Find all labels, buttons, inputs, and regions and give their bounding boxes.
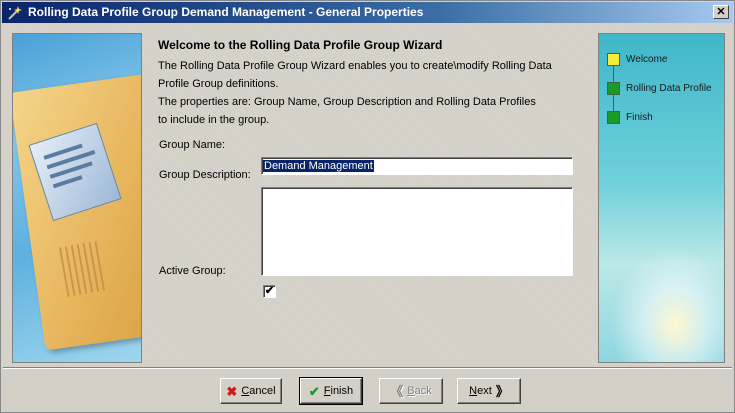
close-x-icon: ✖: [226, 383, 238, 399]
step-label: Rolling Data Profile: [626, 83, 712, 94]
group-name-value: Demand Management: [263, 160, 374, 172]
cancel-button[interactable]: ✖ Cancel: [220, 378, 282, 404]
wand-icon: [8, 6, 22, 20]
group-name-label: Group Name:: [159, 139, 226, 151]
group-description-label: Group Description:: [159, 169, 251, 181]
title-bar[interactable]: Rolling Data Profile Group Demand Manage…: [2, 2, 733, 23]
back-button[interactable]: 《 Back: [379, 378, 443, 404]
step-indicator-icon: [607, 111, 620, 124]
step-label: Welcome: [626, 54, 668, 65]
step-indicator-icon: [607, 82, 620, 95]
group-name-input[interactable]: Demand Management: [261, 157, 573, 175]
back-label: Back: [407, 385, 432, 397]
window-title: Rolling Data Profile Group Demand Manage…: [28, 5, 424, 19]
close-button[interactable]: ✕: [713, 5, 729, 19]
wizard-heading: Welcome to the Rolling Data Profile Grou…: [158, 38, 443, 52]
description-line: The properties are: Group Name, Group De…: [158, 96, 536, 108]
group-description-textarea[interactable]: [261, 187, 573, 276]
double-left-arrow-icon: 《: [390, 383, 404, 399]
checkmark-icon: ✔: [308, 383, 320, 399]
step-indicator-icon: [607, 53, 620, 66]
footer-separator: [3, 367, 732, 369]
next-button[interactable]: Next 》: [457, 378, 521, 404]
next-label: Next: [469, 385, 492, 397]
check-mark-icon: ✔: [264, 285, 275, 297]
finish-button[interactable]: ✔ Finish: [299, 377, 363, 405]
active-group-checkbox[interactable]: ✔: [263, 285, 276, 298]
wizard-window: Rolling Data Profile Group Demand Manage…: [0, 0, 735, 413]
step-label: Finish: [626, 112, 653, 123]
finish-label: Finish: [323, 385, 354, 397]
step-rolling-data-profile: Rolling Data Profile: [607, 82, 724, 111]
description-line: to include in the group.: [158, 114, 270, 126]
wizard-main-panel: Welcome to the Rolling Data Profile Grou…: [158, 33, 578, 129]
folder-illustration: [12, 33, 142, 363]
wizard-description: The Rolling Data Profile Group Wizard en…: [158, 57, 578, 129]
active-group-label: Active Group:: [159, 265, 226, 277]
step-welcome: Welcome: [607, 53, 724, 82]
description-line: Profile Group definitions.: [158, 78, 279, 90]
cancel-label: Cancel: [241, 385, 276, 397]
description-line: The Rolling Data Profile Group Wizard en…: [158, 60, 552, 72]
double-right-arrow-icon: 》: [495, 383, 509, 399]
steps-panel: Welcome Rolling Data Profile Finish: [598, 33, 725, 363]
wizard-content: Welcome to the Rolling Data Profile Grou…: [2, 23, 733, 365]
step-finish: Finish: [607, 111, 724, 125]
close-icon: ✕: [716, 6, 726, 18]
